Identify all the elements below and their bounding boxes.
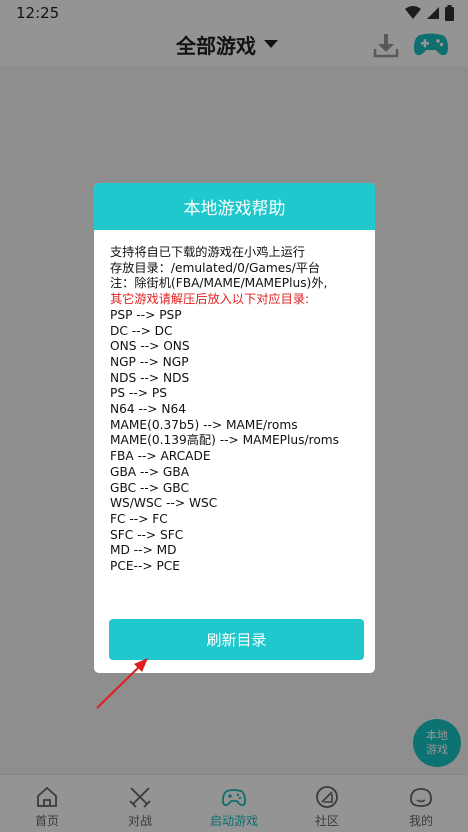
help-line: MAME(0.139高配) --> MAMEPlus/roms [110,433,340,448]
help-line: SFC --> SFC [110,527,184,542]
help-line: PCE--> PCE [110,559,181,574]
help-line: FC --> FC [110,511,168,526]
dialog-title: 本地游戏帮助 [183,199,286,219]
help-line: 存放目录：/emulated/0/Games/平台 [110,260,321,275]
help-line: DC --> DC [110,323,173,338]
help-line: WS/WSC --> WSC [110,496,218,511]
local-games-help-dialog: 本地游戏帮助 支持将自已下载的游戏在小鸡上运行 存放目录：/emulated/0… [94,183,375,673]
help-line: 支持将自已下载的游戏在小鸡上运行 [110,245,305,259]
help-line: GBA --> GBA [110,464,190,479]
help-line: PS --> PS [110,386,167,401]
help-line: FBA --> ARCADE [110,449,211,464]
dialog-header: 本地游戏帮助 [94,183,375,230]
help-line: 注：除街机(FBA/MAME/MAMEPlus)外, [110,276,328,291]
help-line: MD --> MD [110,543,177,558]
help-line: ONS --> ONS [110,339,190,354]
help-line: MAME(0.37b5) --> MAME/roms [110,417,298,432]
help-line: GBC --> GBC [110,480,189,495]
help-line: NDS --> NDS [110,370,190,385]
help-line: NGP --> NGP [110,354,189,369]
help-line: N64 --> N64 [110,402,187,417]
dialog-body: 支持将自已下载的游戏在小鸡上运行 存放目录：/emulated/0/Games/… [94,230,375,575]
help-line-warning: 其它游戏请解压后放入以下对应目录: [110,292,310,307]
annotation-arrow-icon [96,658,148,709]
help-line: PSP --> PSP [110,307,182,322]
